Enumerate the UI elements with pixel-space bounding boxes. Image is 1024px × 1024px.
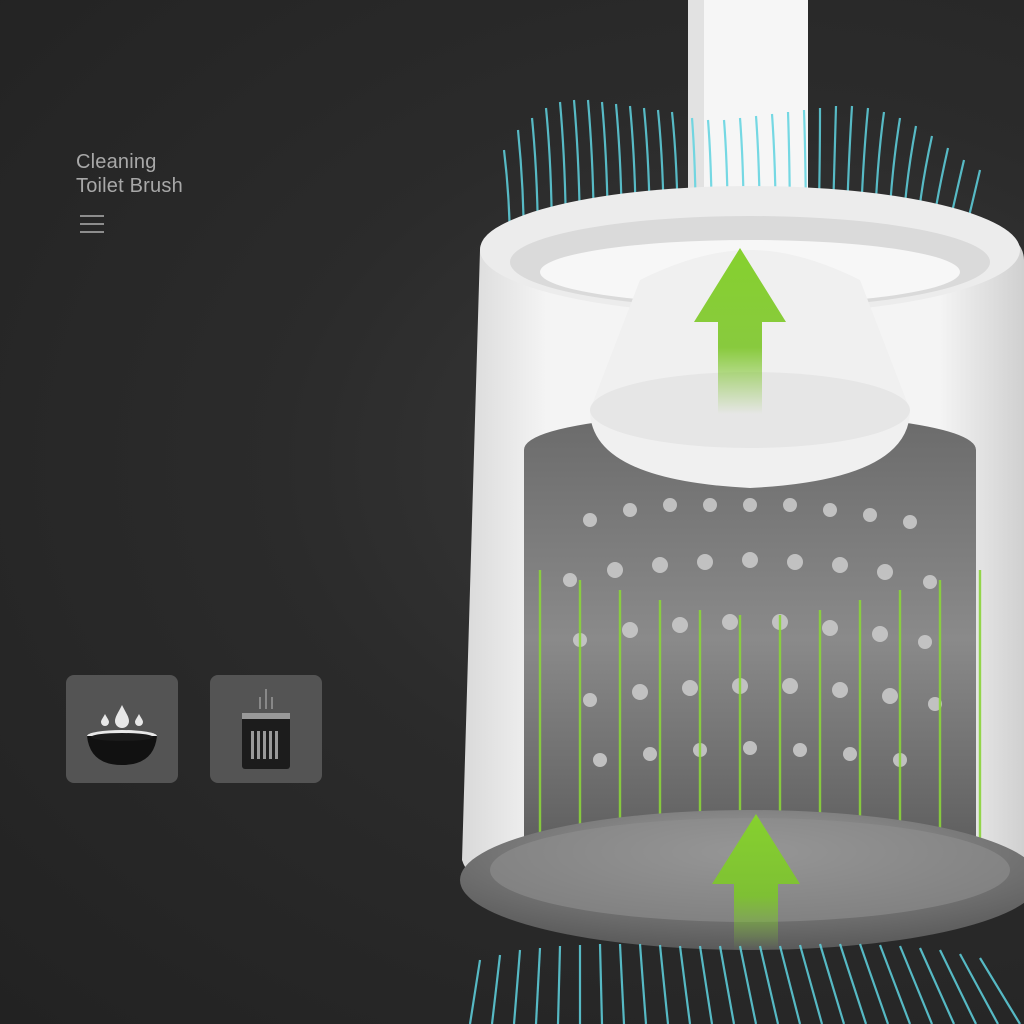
- title-line-1: Cleaning: [76, 151, 157, 173]
- feature-tile-drain: [210, 675, 322, 783]
- menu-lines-icon: [80, 215, 104, 233]
- feature-tile-drip: [66, 675, 178, 783]
- product-title: Cleaning Toilet Brush: [76, 150, 183, 198]
- drain-basket-icon: [242, 689, 290, 769]
- title-line-2: Toilet Brush: [76, 175, 183, 197]
- water-drops-bowl-icon: [87, 705, 157, 765]
- product-banner: Cleaning Toilet Brush: [0, 0, 1024, 1024]
- bottom-airflow-lines: [468, 943, 1021, 1024]
- brush-holder-illustration: [460, 0, 1024, 1024]
